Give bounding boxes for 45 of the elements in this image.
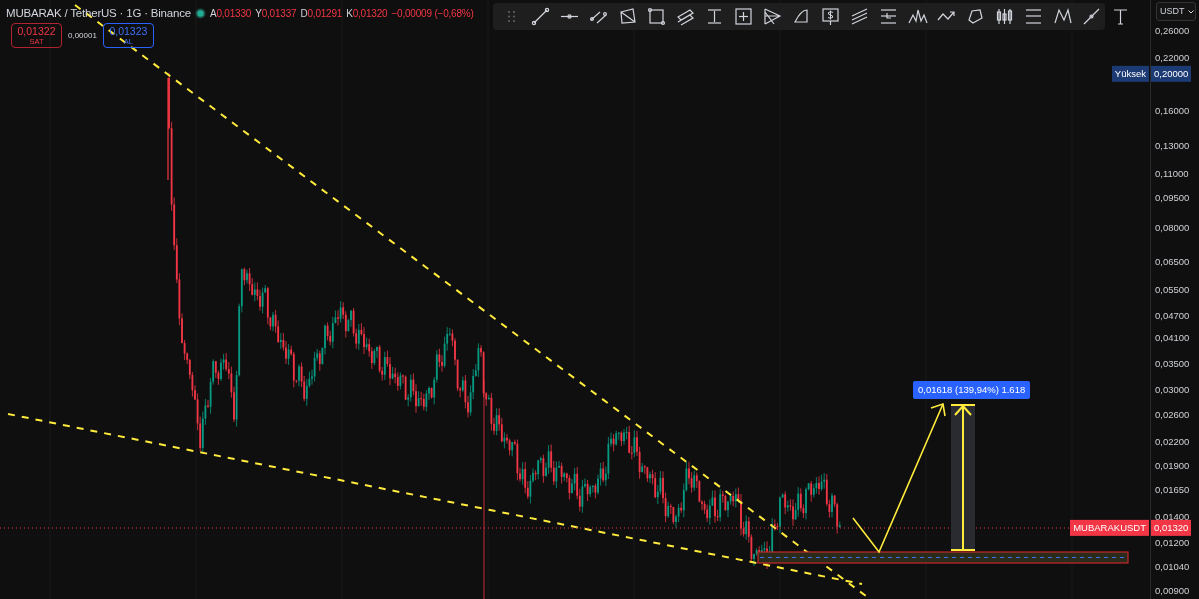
high-label: Yüksek: [1111, 65, 1149, 83]
price-tick: 0,06500: [1155, 254, 1190, 269]
price-tick: 0,03000: [1155, 382, 1190, 397]
price-tick: 0,04700: [1155, 308, 1190, 323]
price-tick: 0,09500: [1155, 190, 1190, 205]
price-tick: 0,02200: [1155, 434, 1190, 449]
dollar-sign-icon[interactable]: [820, 6, 841, 27]
high-price-tag: 0,20000: [1151, 65, 1192, 83]
price-tick: 0,16000: [1155, 103, 1190, 118]
price-tick: 0,01650: [1155, 482, 1190, 497]
measure-label: 0,01618 (139,94%) 1.618: [913, 381, 1031, 400]
chevron-icon: [1187, 9, 1194, 14]
price-levels-icon[interactable]: [1023, 6, 1044, 27]
price-tick: 0,02600: [1155, 407, 1190, 422]
level-lines-icon[interactable]: [878, 6, 899, 27]
price-tick: 0,13000: [1155, 138, 1190, 153]
price-tick: 0,08000: [1155, 220, 1190, 235]
price-tick: 0,00900: [1155, 583, 1190, 598]
rectangle-icon[interactable]: [646, 6, 667, 27]
currency-dropdown[interactable]: USDT: [1156, 2, 1196, 21]
price-change: −0,00009 (−0,68%): [391, 7, 474, 22]
ohlc-value: K0,01320: [346, 7, 388, 22]
price-tick: 0,26000: [1155, 23, 1190, 38]
ohlc-value: A0,01330: [209, 7, 252, 22]
ohlc-value: D0,01291: [300, 7, 343, 22]
price-tick: 0,01900: [1155, 458, 1190, 473]
symbol-title: MUBARAK / TetherUS · 1G · Binance: [6, 6, 191, 21]
polygon-icon[interactable]: [617, 6, 638, 27]
spread-value: 0,00001: [68, 29, 97, 42]
last-price-tag: 0,01320: [1151, 519, 1192, 537]
price-tick: 0,05500: [1155, 282, 1190, 297]
price-tick: 0,01040: [1155, 559, 1190, 574]
price-tick: 0,11000: [1155, 166, 1189, 181]
fan-icon[interactable]: [762, 6, 783, 27]
ohlc-value: Y0,01337: [255, 7, 297, 22]
grid-box-icon[interactable]: [733, 6, 754, 27]
multi-line-icon[interactable]: [849, 6, 870, 27]
price-tick: 0,22000: [1155, 50, 1190, 65]
trend-line-icon[interactable]: [530, 6, 551, 27]
symbol-tag: MUBARAKUSDT: [1070, 519, 1149, 537]
ray-line-icon[interactable]: [1081, 6, 1102, 27]
candles-icon[interactable]: [994, 6, 1015, 27]
price-tick: 0,04100: [1155, 330, 1190, 345]
price-tick: 0,01200: [1155, 535, 1190, 550]
price-tick: 0,03500: [1155, 356, 1190, 371]
